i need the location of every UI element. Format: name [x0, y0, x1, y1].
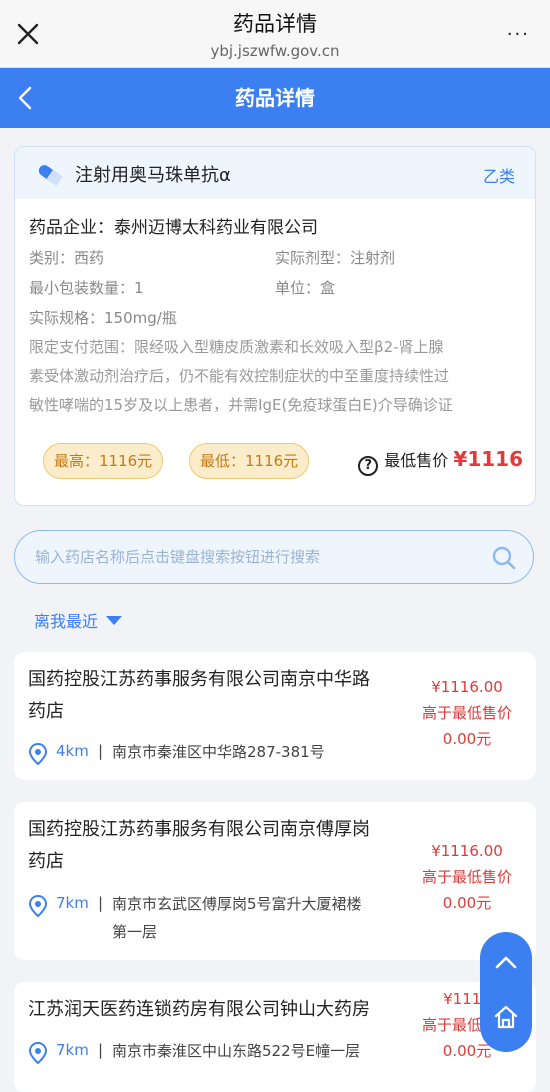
drug-spec: 实际规格：150mg/瓶 — [29, 309, 177, 327]
drug-scope-line-2: 素受体激动剂治疗后，仍不能有效控制症状的中至重度持续性过 — [29, 367, 450, 385]
arrow-up-icon[interactable] — [494, 954, 518, 970]
price-diff-label: 高于最低售价 — [421, 868, 512, 886]
pharmacy-address: 南京市秦淮区中山东路522号E幢一层 — [112, 1037, 424, 1065]
home-icon[interactable] — [493, 1004, 519, 1030]
drug-details: 药品企业：泰州迈博太科药业有限公司 类别：西药 实际剂型：注射剂 最小包装数量：… — [15, 199, 535, 420]
pharmacy-distance: 4km — [56, 742, 89, 760]
pill-icon — [38, 165, 63, 186]
drug-row-pack: 最小包装数量：1 单位：盒 — [29, 273, 521, 303]
pharmacy-name: 国药控股江苏药事服务有限公司南京傅厚岗 药店 — [28, 814, 408, 878]
pharmacy-price: ¥1116.00 — [431, 678, 503, 696]
location-icon — [28, 743, 48, 765]
separator: | — [98, 894, 104, 912]
lowest-price-label: 最低售价 — [384, 451, 449, 470]
price-diff-label: 高于最低售价 — [421, 704, 512, 722]
pharmacy-name-line: 国药控股江苏药事服务有限公司南京傅厚岗 — [28, 819, 370, 840]
price-row: 最高：1116元 最低：1116元 ? 最低售价 ¥1116 — [29, 443, 523, 479]
pharmacy-name: 江苏润天医药连锁药房有限公司钟山大药房 — [28, 994, 408, 1026]
pharmacy-card[interactable]: 国药控股江苏药事服务有限公司南京傅厚岗 药店 7km | 南京市玄武区傅厚岗5号… — [14, 802, 536, 960]
drug-row-type: 类别：西药 实际剂型：注射剂 — [29, 243, 521, 273]
browser-title: 药品详情 — [233, 12, 317, 36]
browser-topbar: 药品详情 ybj.jszwfw.gov.cn ··· — [0, 0, 550, 68]
drug-header: 注射用奥马珠单抗α 乙类 — [15, 147, 535, 199]
address-line: 南京市秦淮区中山东路522号E幢一层 — [112, 1042, 361, 1060]
drug-unit: 单位：盒 — [275, 279, 336, 297]
min-price-tag: 最低：1116元 — [189, 443, 310, 479]
drug-scope-line-3: 敏性哮喘的15岁及以上患者，并需IgE(免疫球蛋白E)介导确诊证 — [29, 396, 453, 414]
back-icon[interactable] — [14, 84, 40, 112]
pharmacy-address: 南京市玄武区傅厚岗5号富升大厦裙楼 第一层 — [112, 890, 424, 946]
sort-dropdown[interactable]: 离我最近 — [34, 608, 123, 632]
drug-category-badge: 乙类 — [482, 167, 515, 186]
pharmacy-name: 国药控股江苏药事服务有限公司南京中华路 药店 — [28, 664, 408, 728]
pharmacy-price-block: ¥1116.00 高于最低售价 0.00元 — [412, 674, 522, 752]
page-title: 药品详情 — [235, 86, 315, 110]
address-line: 南京市秦淮区中华路287-381号 — [112, 743, 325, 761]
pharmacy-search-input[interactable]: 输入药店名称后点击键盘搜索按钮进行搜索 — [14, 530, 534, 584]
drug-min-pack: 最小包装数量：1 — [29, 279, 144, 297]
pharmacy-distance: 7km — [56, 1041, 89, 1059]
price-diff-value: 0.00元 — [442, 894, 492, 912]
lowest-price: ? 最低售价 ¥1116 — [358, 447, 523, 476]
pharmacy-card[interactable]: 江苏润天医药连锁药房有限公司钟山大药房 7km | 南京市秦淮区中山东路522号… — [14, 982, 536, 1092]
separator: | — [98, 742, 104, 760]
pharmacy-name-line: 江苏润天医药连锁药房有限公司钟山大药房 — [28, 999, 370, 1020]
help-icon[interactable]: ? — [358, 456, 379, 476]
location-icon — [28, 895, 48, 917]
drug-info-card: 注射用奥马珠单抗α 乙类 药品企业：泰州迈博太科药业有限公司 类别：西药 实际剂… — [14, 146, 536, 506]
pharmacy-price-block: ¥1116.00 高于最低售价 0.00元 — [412, 838, 522, 916]
address-line: 第一层 — [112, 923, 158, 941]
drug-form: 实际剂型：注射剂 — [275, 249, 396, 267]
browser-url: ybj.jszwfw.gov.cn — [210, 42, 340, 60]
address-line: 南京市玄武区傅厚岗5号富升大厦裙楼 — [112, 895, 362, 913]
location-icon — [28, 1042, 48, 1064]
search-icon[interactable] — [491, 545, 517, 571]
drug-name: 注射用奥马珠单抗α — [75, 165, 231, 186]
lowest-price-value: ¥1116 — [453, 447, 523, 471]
max-price-tag: 最高：1116元 — [43, 443, 164, 479]
sort-label: 离我最近 — [34, 612, 99, 631]
pharmacy-name-line: 药店 — [28, 701, 64, 722]
pharmacy-name-line: 国药控股江苏药事服务有限公司南京中华路 — [28, 669, 370, 690]
separator: | — [98, 1041, 104, 1059]
drug-company: 药品企业：泰州迈博太科药业有限公司 — [29, 218, 318, 238]
price-diff-value: 0.00元 — [442, 730, 492, 748]
pharmacy-address: 南京市秦淮区中华路287-381号 — [112, 738, 424, 766]
pharmacy-distance: 7km — [56, 894, 89, 912]
floating-action-bar — [480, 932, 532, 1052]
app-navbar: 药品详情 — [0, 68, 550, 128]
close-icon[interactable] — [14, 20, 42, 48]
drug-scope-line-1: 限定支付范围：限经吸入型糖皮质激素和长效吸入型β2-肾上腺 — [29, 338, 444, 356]
pharmacy-name-line: 药店 — [28, 851, 64, 872]
pharmacy-card[interactable]: 国药控股江苏药事服务有限公司南京中华路 药店 4km | 南京市秦淮区中华路28… — [14, 652, 536, 780]
pharmacy-price: ¥1116.00 — [431, 842, 503, 860]
search-placeholder: 输入药店名称后点击键盘搜索按钮进行搜索 — [35, 548, 321, 566]
caret-down-icon — [106, 616, 123, 625]
drug-type: 类别：西药 — [29, 249, 105, 267]
more-icon[interactable]: ··· — [507, 26, 530, 44]
